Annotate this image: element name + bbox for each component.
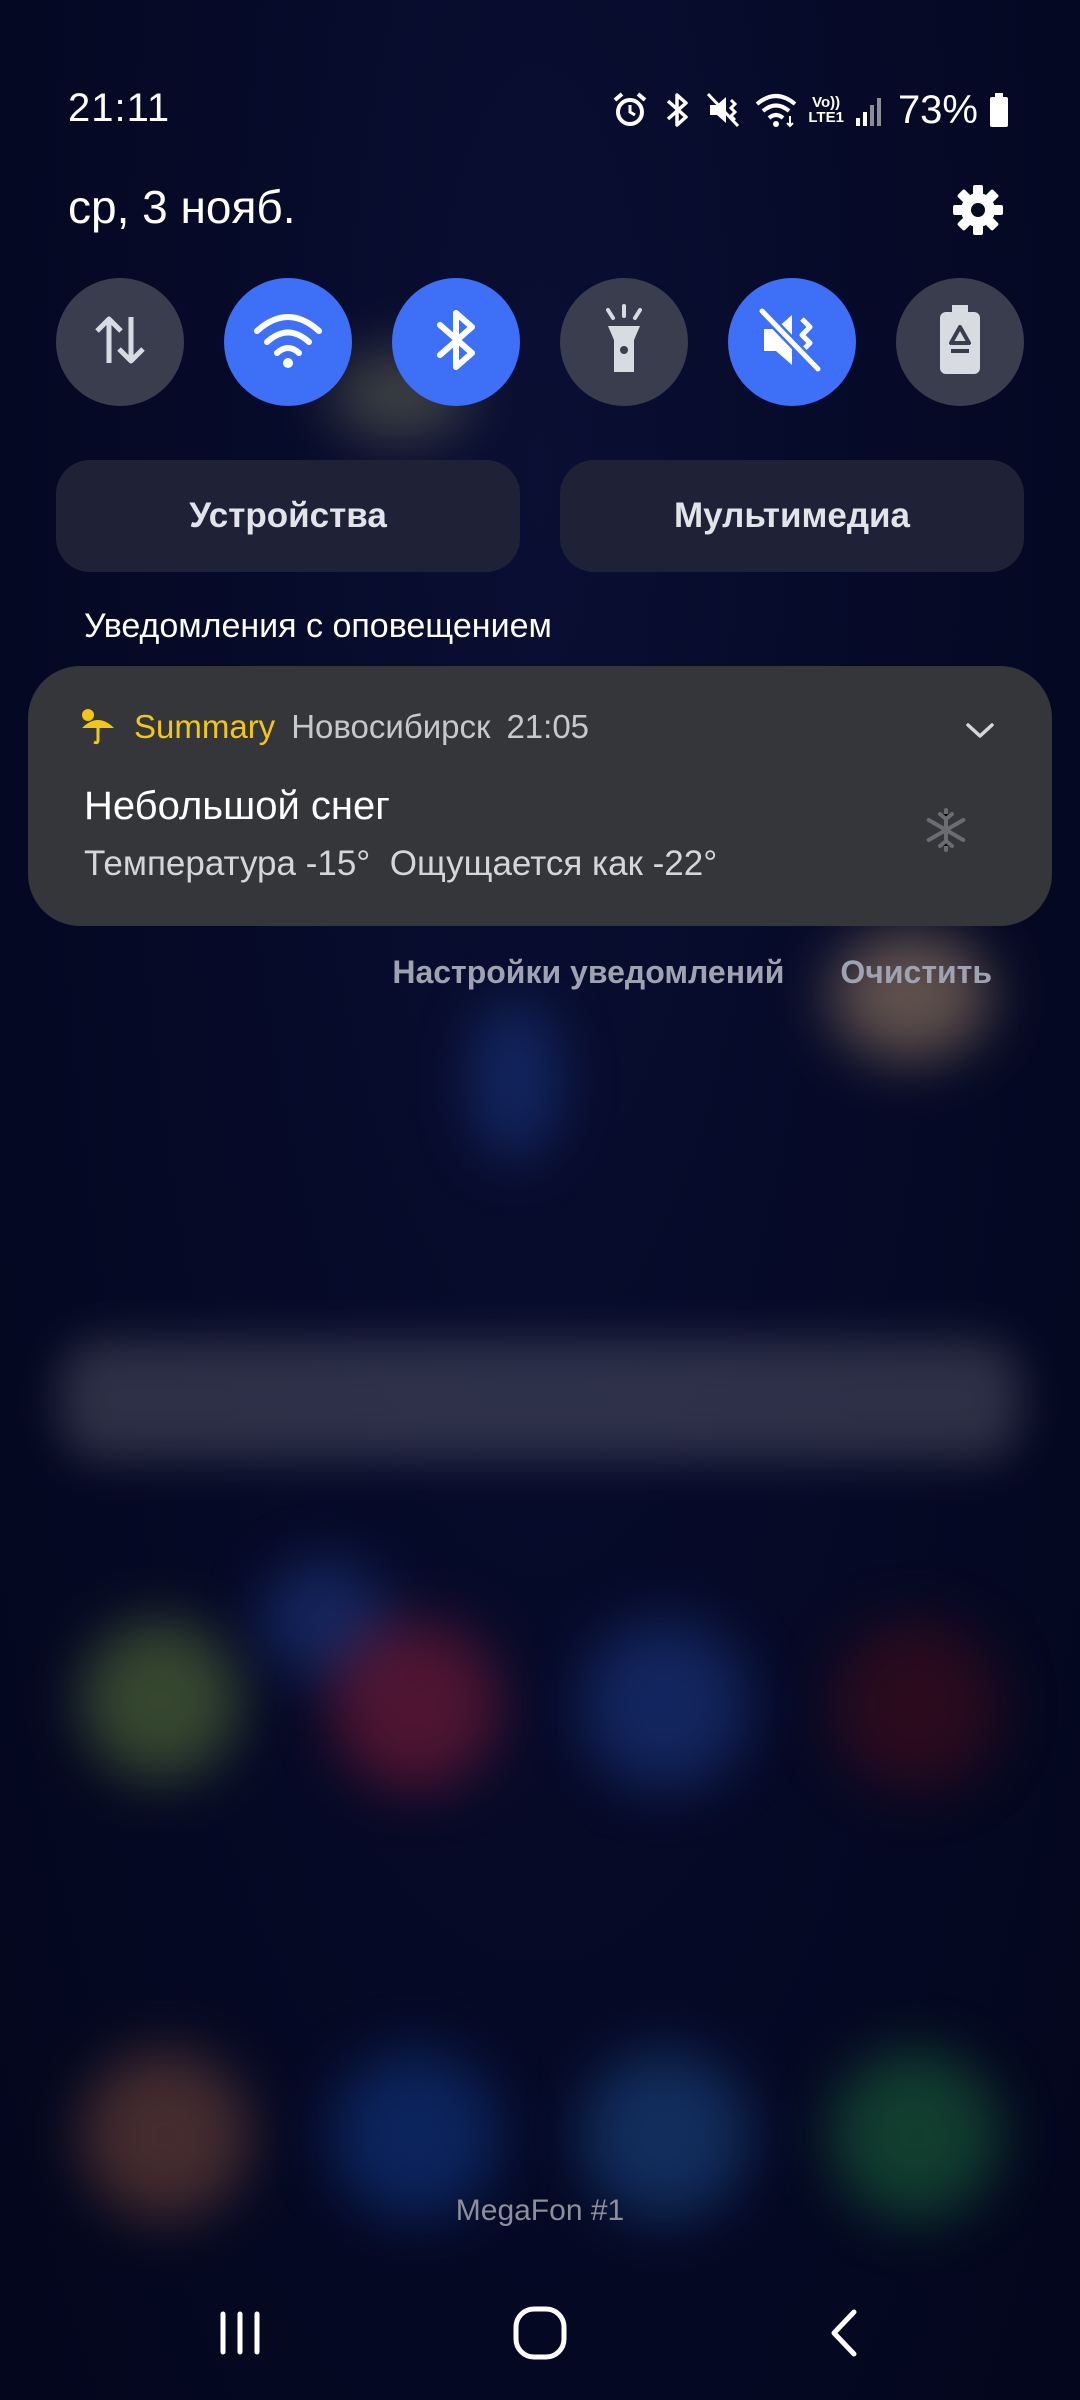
weather-notification-card[interactable]: Summary Новосибирск 21:05 Небольшой снег…: [28, 666, 1052, 926]
umbrella-weather-icon: [78, 706, 118, 746]
recent-apps-button[interactable]: [195, 2290, 285, 2380]
recents-icon: [213, 2306, 267, 2365]
quick-toggles: [56, 278, 1024, 408]
notification-text: Температура -15° Ощущается как -22°: [84, 844, 718, 883]
date: ср, 3 нояб.: [68, 181, 296, 233]
volte-label: Vo)): [812, 94, 841, 111]
wifi-icon: [754, 90, 798, 130]
back-icon: [818, 2306, 872, 2365]
chevron-down-icon[interactable]: [960, 710, 1000, 750]
battery-percent: 73%: [897, 87, 978, 132]
toggle-sound-mute[interactable]: [728, 278, 856, 406]
devices-media-row: Устройства Мультимедиа: [56, 460, 1024, 572]
toggle-bluetooth[interactable]: [392, 278, 520, 406]
signal-icon: [854, 90, 884, 130]
status-bar: 21:11 Vo)) LTE1 73%: [0, 80, 1080, 140]
carrier-label: MegaFon #1: [455, 2194, 625, 2227]
notification-app-name: Summary: [134, 708, 276, 745]
vibrate-mute-icon: [704, 90, 744, 130]
notification-location: Новосибирск: [291, 708, 491, 745]
notification-shade: 21:11 Vo)) LTE1 73% ср, 3 нояб. Устройст…: [0, 0, 1080, 2400]
toggle-mobile-data[interactable]: [56, 278, 184, 406]
clear-button[interactable]: Очистить: [840, 954, 992, 991]
toggle-power-saving[interactable]: [896, 278, 1024, 406]
gear-icon: [951, 183, 1005, 242]
volte-lte-icon: Vo)) LTE1: [808, 95, 844, 125]
bluetooth-icon: [426, 305, 486, 380]
notification-actions: Настройки уведомлений Очистить: [392, 954, 992, 991]
lte-label: LTE1: [808, 109, 844, 126]
settings-button[interactable]: [946, 180, 1010, 244]
battery-icon: [988, 90, 1010, 130]
toggle-wifi[interactable]: [224, 278, 352, 406]
notification-time: 21:05: [506, 708, 590, 745]
bluetooth-icon: [660, 90, 694, 130]
flashlight-icon: [594, 302, 654, 383]
media-button[interactable]: Мультимедиа: [560, 460, 1024, 572]
snowflake-icon: [922, 806, 970, 854]
alert-notifications-header: Уведомления с оповещением: [84, 607, 552, 645]
notification-settings-button[interactable]: Настройки уведомлений: [392, 954, 784, 991]
alarm-icon: [610, 90, 650, 130]
battery-recycle-icon: [935, 303, 985, 382]
devices-button[interactable]: Устройства: [56, 460, 520, 572]
back-button[interactable]: [800, 2290, 890, 2380]
clock: 21:11: [68, 86, 171, 130]
toggle-flashlight[interactable]: [560, 278, 688, 406]
home-button[interactable]: [495, 2290, 585, 2380]
data-transfer-icon: [87, 307, 153, 378]
navigation-bar: [0, 2290, 1080, 2380]
notification-title: Небольшой снег: [84, 784, 390, 828]
wifi-icon: [253, 307, 323, 378]
home-icon: [510, 2303, 570, 2368]
mute-vibrate-icon: [756, 305, 828, 380]
notification-header: Summary Новосибирск 21:05: [134, 708, 589, 746]
status-icons: Vo)) LTE1 73%: [610, 82, 1010, 138]
